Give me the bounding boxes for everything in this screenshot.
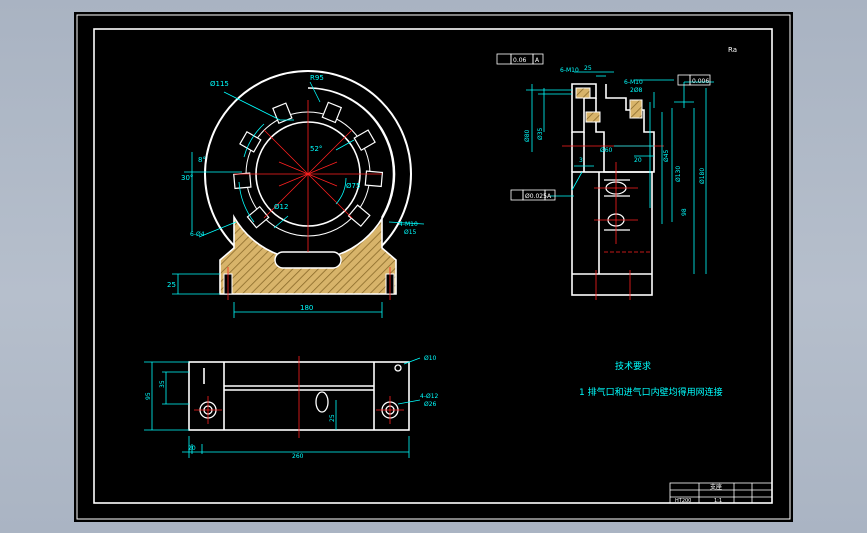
cad-viewport: Ø115 R95 52° 8° 30° Ø75 Ø12 6-Ø4 4-M10 Ø… xyxy=(0,0,867,533)
dim-plan-d25: 25 xyxy=(329,414,336,422)
tol-datum-side: A xyxy=(547,193,552,200)
dim-front-d25: 25 xyxy=(167,281,176,289)
dim-plan-d260: 260 xyxy=(292,453,304,460)
slot xyxy=(233,172,252,190)
dim-front-phi115: Ø115 xyxy=(210,80,229,88)
dim-side-phi80: Ø80 xyxy=(524,129,531,142)
side-upper-body xyxy=(595,84,655,173)
dim-front-phi15: Ø15 xyxy=(404,229,417,236)
dim-side-m10-right: 6-M10 xyxy=(624,79,643,86)
dim-side-d98: 98 xyxy=(681,208,688,216)
tol-perp: Ø0.025 xyxy=(525,193,547,200)
dim-side-m10-top: 6-M10 xyxy=(560,67,579,74)
tech-req-title: 技术要求 xyxy=(615,360,651,372)
dim-side-2phi8: 2Ø8 xyxy=(630,87,643,94)
dim-front-phi75: Ø75 xyxy=(346,182,360,190)
slot xyxy=(347,204,371,228)
dim-front-d180: 180 xyxy=(300,304,313,312)
side-hatch-b xyxy=(629,99,643,119)
title-block-scale: 1:1 xyxy=(714,498,722,504)
base-slot xyxy=(274,251,342,269)
dim-plan-phi10: Ø10 xyxy=(424,355,437,362)
side-lower-body xyxy=(571,171,653,296)
dim-front-phi12: Ø12 xyxy=(274,203,288,211)
dim-side-phi35: Ø35 xyxy=(537,127,544,140)
drawing-canvas: Ø115 R95 52° 8° 30° Ø75 Ø12 6-Ø4 4-M10 Ø… xyxy=(76,14,791,520)
slot xyxy=(364,170,384,188)
side-hatch-c xyxy=(585,111,601,123)
tech-req-line1: 1 排气口和进气口内壁均得用网连接 xyxy=(579,386,723,398)
dim-side-d20: 20 xyxy=(634,157,642,164)
dim-side-phi45: Ø45 xyxy=(663,149,670,162)
dim-side-phi130: Ø130 xyxy=(675,166,682,182)
tol-flat: 0.006 xyxy=(692,78,709,85)
drawing-sheet: Ø115 R95 52° 8° 30° Ø75 Ø12 6-Ø4 4-M10 Ø… xyxy=(74,12,793,522)
plan-view: Ø10 4-Ø12 Ø26 35 95 25 20 260 xyxy=(144,355,439,460)
side-view: 0.06 A 0.006 Ø0.025 A 6-M10 25 6-M10 2Ø8… xyxy=(496,46,737,300)
outer-frame xyxy=(76,14,791,520)
dim-side-phi180: Ø180 xyxy=(699,168,706,184)
tol-parallel: 0.06 xyxy=(513,57,527,64)
plan-center-slot xyxy=(315,391,329,413)
roughness-note: Ra xyxy=(728,46,737,54)
dim-plan-d35: 35 xyxy=(159,380,166,388)
dim-side-d3: 3 xyxy=(579,157,583,164)
dim-front-m10: 4-M10 xyxy=(399,221,418,228)
dim-front-angle8: 8° xyxy=(198,156,206,164)
dim-front-phi4: 6-Ø4 xyxy=(190,231,205,238)
slot xyxy=(353,129,376,152)
front-view: Ø115 R95 52° 8° 30° Ø75 Ø12 6-Ø4 4-M10 Ø… xyxy=(167,70,425,318)
dim-plan-d20: 20 xyxy=(188,445,196,452)
dim-side-phi60: Ø60 xyxy=(600,147,613,154)
tol-datum-top: A xyxy=(535,57,540,64)
title-block-material: HT200 xyxy=(675,498,691,504)
side-hatch-a xyxy=(575,87,591,99)
dim-plan-holes-phi12: 4-Ø12 xyxy=(420,393,439,400)
tol-box-sym xyxy=(496,53,512,65)
dim-plan-phi26: Ø26 xyxy=(424,401,437,408)
dim-front-r95: R95 xyxy=(310,74,324,82)
inner-frame xyxy=(93,28,773,504)
dim-front-angle52: 52° xyxy=(310,145,322,153)
title-block-name: 支座 xyxy=(710,483,722,491)
dim-front-angle30: 30° xyxy=(181,174,193,182)
dim-side-d25-top: 25 xyxy=(584,65,592,72)
dim-plan-d95: 95 xyxy=(145,392,152,400)
